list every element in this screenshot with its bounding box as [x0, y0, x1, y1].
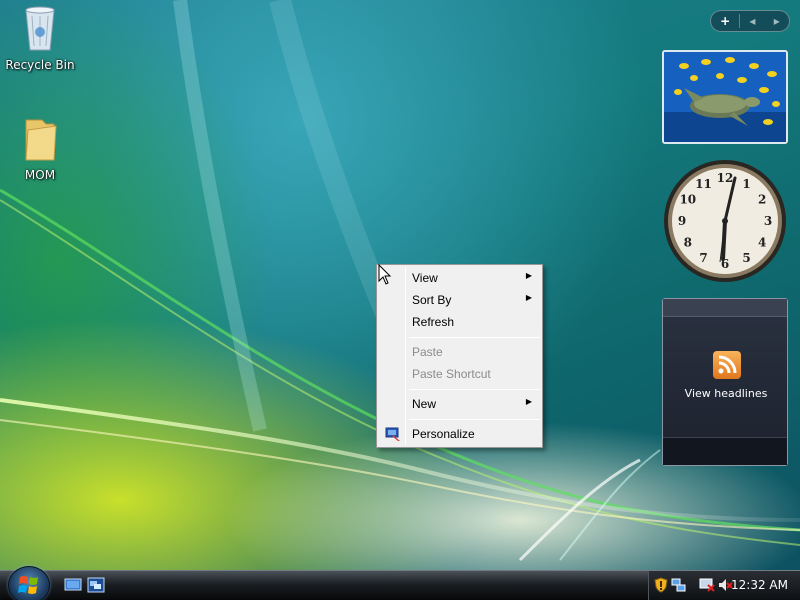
- clock-numeral: 1: [742, 177, 750, 191]
- personalize-icon: [385, 427, 400, 441]
- mouse-cursor-icon: [378, 264, 392, 285]
- sidebar-controls: + ◂ ▸: [710, 10, 790, 32]
- sea-turtle-photo: [664, 52, 786, 142]
- submenu-arrow-icon: ▶: [525, 271, 532, 280]
- menu-item-label: Refresh: [412, 315, 455, 329]
- menu-item-paste-shortcut[interactable]: Paste Shortcut: [379, 363, 540, 385]
- submenu-arrow-icon: ▶: [525, 293, 532, 302]
- clock-numeral: 4: [758, 236, 766, 250]
- clock-gadget[interactable]: 12 1 2 3 4 5 6 7 8 9 10 11: [662, 158, 788, 284]
- clock-numeral: 8: [684, 236, 692, 250]
- menu-item-label: New: [412, 397, 437, 411]
- network-disconnected-icon[interactable]: [699, 577, 715, 593]
- menu-separator: [409, 389, 540, 390]
- menu-item-refresh[interactable]: Refresh: [379, 311, 540, 333]
- clock-numeral: 10: [679, 193, 696, 207]
- clock-numeral: 11: [695, 177, 712, 191]
- submenu-arrow-icon: ▶: [525, 397, 532, 406]
- menu-separator: [409, 337, 540, 338]
- menu-item-label: Personalize: [412, 427, 475, 441]
- feed-headlines-gadget[interactable]: View headlines: [662, 298, 788, 466]
- desktop-icon-recycle-bin[interactable]: Recycle Bin: [0, 4, 80, 72]
- clock-numeral: 5: [742, 251, 750, 265]
- security-shield-icon[interactable]: [653, 577, 669, 593]
- clock-numeral: 7: [699, 251, 707, 265]
- menu-item-paste[interactable]: Paste: [379, 341, 540, 363]
- desktop-context-menu: View ▶ Sort By ▶ Refresh Paste Paste Sho…: [376, 264, 543, 448]
- menu-item-sort-by[interactable]: Sort By ▶: [379, 289, 540, 311]
- windows-logo-icon: [18, 576, 38, 594]
- slideshow-gadget[interactable]: [662, 50, 788, 144]
- menu-item-label: Paste: [412, 345, 443, 359]
- network-icon[interactable]: [671, 577, 687, 593]
- recycle-bin-icon: [25, 6, 55, 51]
- menu-separator: [409, 419, 540, 420]
- desktop-icon-mom-folder[interactable]: MOM: [0, 116, 80, 182]
- clock-numeral: 12: [717, 171, 734, 185]
- folder-icon: [25, 119, 57, 161]
- gadget-footer: [663, 437, 787, 465]
- clock-numeral: 9: [678, 214, 686, 228]
- menu-item-view[interactable]: View ▶: [379, 267, 540, 289]
- view-headlines-link[interactable]: View headlines: [663, 387, 789, 400]
- rss-icon: [713, 351, 741, 379]
- next-page-button[interactable]: ▸: [765, 14, 789, 28]
- desktop-icon-label: MOM: [24, 168, 56, 182]
- clock-numeral: 2: [758, 193, 766, 207]
- clock-numeral: 3: [764, 214, 772, 228]
- gadget-header: [663, 299, 787, 317]
- menu-item-new[interactable]: New ▶: [379, 393, 540, 415]
- taskbar-clock[interactable]: 12:32 AM: [731, 578, 788, 592]
- start-button[interactable]: [8, 566, 50, 600]
- menu-item-personalize[interactable]: Personalize: [379, 423, 540, 445]
- switch-windows-icon[interactable]: [87, 577, 105, 593]
- menu-item-label: View: [412, 271, 438, 285]
- show-desktop-icon[interactable]: [64, 577, 82, 593]
- menu-item-label: Sort By: [412, 293, 452, 307]
- menu-item-label: Paste Shortcut: [412, 367, 491, 381]
- add-gadget-button[interactable]: +: [711, 14, 741, 28]
- notification-area: 12:32 AM: [648, 571, 800, 600]
- previous-page-button[interactable]: ◂: [740, 14, 764, 28]
- desktop-icon-label: Recycle Bin: [5, 58, 75, 72]
